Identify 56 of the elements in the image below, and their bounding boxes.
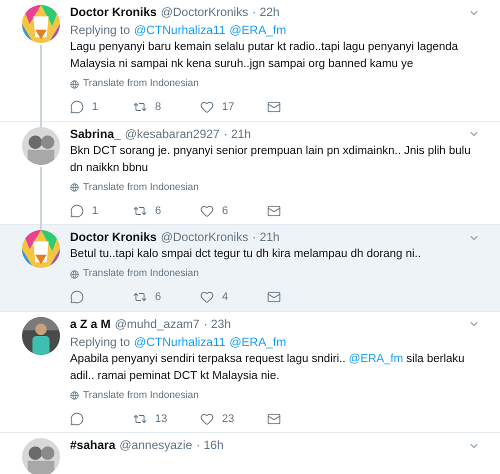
like-button[interactable]: 23 (200, 410, 267, 427)
user-handle[interactable]: @annesyazie (119, 438, 192, 453)
retweet-button[interactable]: 6 (133, 202, 200, 219)
user-handle[interactable]: @muhd_azam7 (114, 316, 200, 332)
mention-link[interactable]: @ERA_fm (229, 334, 286, 350)
heart-icon (200, 290, 214, 304)
user-name[interactable]: Doctor Kroniks (70, 230, 157, 245)
user-handle[interactable]: @DoctorKroniks (160, 5, 248, 20)
tweet-time[interactable]: · 21h (252, 230, 280, 245)
tweet-time[interactable]: · 21h (224, 126, 251, 142)
tweet-text: Lagu penyanyi baru kemain selalu putar kt radio..tapi lagu penyanyi lagenda Malaysia ni sampai nk kena suruh..jgn sampai org banned kamu ye (70, 40, 460, 72)
tweet-text: Betul tu..tapi kalo smpai dct tegur tu dh kira melampau dh dorang ni.. (70, 247, 422, 262)
mail-icon (267, 290, 281, 304)
heart-icon (200, 204, 214, 218)
mail-icon (267, 204, 281, 218)
reply-icon (70, 100, 84, 114)
user-name[interactable]: Doctor Kroniks (70, 5, 157, 20)
retweet-button[interactable]: 6 (133, 289, 200, 306)
mail-icon (267, 100, 281, 114)
retweet-button[interactable]: 13 (133, 410, 200, 427)
replying-label: Replying to (70, 334, 130, 350)
tweet-time[interactable]: · 23h (204, 316, 231, 332)
user-handle[interactable]: @DoctorKroniks (160, 230, 248, 245)
mention-link[interactable]: @CTNurhaliza11 (134, 23, 226, 38)
reply-button[interactable]: 1 (70, 202, 133, 219)
mention-link[interactable]: @ERA_fm (348, 352, 404, 364)
tweet-text: Bkn DCT sorang je. pnyanyi senior prempuan lain pn xdimainkn.. Jnis plih bulu dn naikkn bbnu (70, 144, 472, 176)
replying-label: Replying to (70, 23, 130, 38)
tweet-time[interactable]: · 22h (252, 5, 280, 20)
tweet-time[interactable]: · 16h (196, 438, 224, 453)
user-name[interactable]: #sahara (70, 438, 116, 453)
reply-button[interactable]: 1 (70, 99, 133, 116)
translate-link[interactable]: Translate from Indonesian (70, 180, 199, 194)
globe-icon (70, 80, 79, 88)
like-button[interactable]: 6 (200, 202, 267, 219)
globe-icon (70, 270, 79, 278)
globe-icon (70, 183, 79, 192)
translate-link[interactable]: Translate from Indonesian (70, 388, 199, 402)
retweet-button[interactable]: 8 (133, 99, 200, 116)
translate-link[interactable]: Translate from Indonesian (70, 267, 199, 281)
heart-icon (200, 412, 214, 426)
like-button[interactable]: 17 (200, 99, 267, 116)
reply-icon (70, 204, 84, 218)
tweet-text: Apabila penyanyi sendiri terpaksa request lagu sndiri.. @ERA_fm sila berlaku adil.. ramai peminat DCT kt Malaysia nie. (70, 352, 466, 384)
user-name[interactable]: a Z a M (70, 316, 111, 332)
user-name[interactable]: Sabrina_ (70, 126, 121, 142)
globe-icon (70, 391, 79, 400)
reply-icon (70, 412, 84, 426)
mail-icon (267, 412, 281, 426)
reply-icon (70, 290, 84, 304)
user-handle[interactable]: @kesabaran2927 (124, 126, 220, 142)
mention-link[interactable]: @ERA_fm (229, 23, 286, 38)
mention-link[interactable]: @CTNurhaliza11 (134, 334, 226, 350)
heart-icon (200, 100, 214, 114)
translate-link[interactable]: Translate from Indonesian (70, 77, 199, 91)
like-button[interactable]: 4 (200, 289, 267, 306)
